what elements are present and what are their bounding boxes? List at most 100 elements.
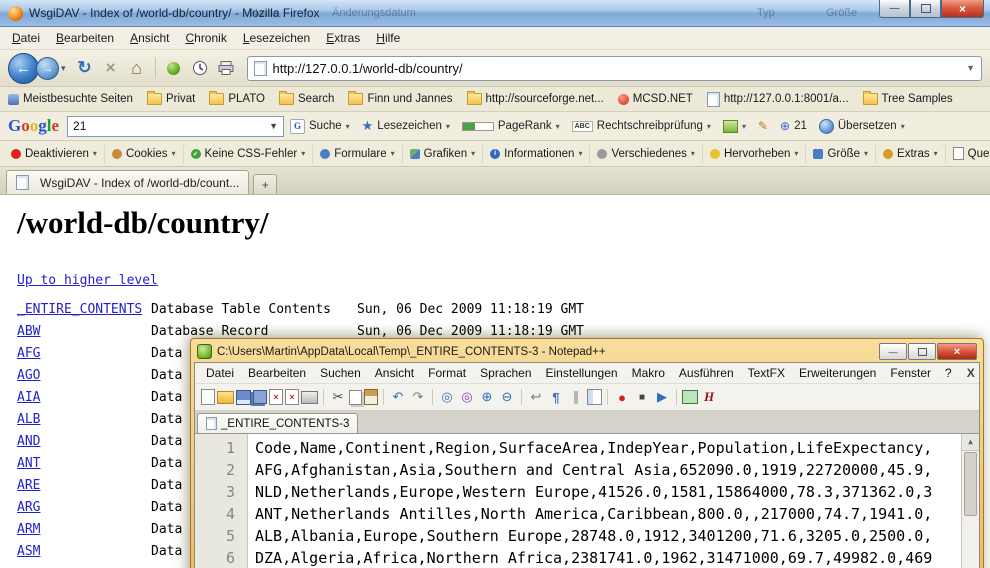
npp-menu-datei[interactable]: Datei xyxy=(199,365,241,381)
dir-link-arg[interactable]: ARG xyxy=(17,500,151,515)
word-wrap-icon[interactable]: ↩ xyxy=(527,389,545,406)
firefox-titlebar[interactable]: WsgiDAV - Index of /world-db/country/ - … xyxy=(0,0,990,27)
copy-icon[interactable] xyxy=(349,390,362,405)
minimize-button[interactable]: — xyxy=(879,0,910,18)
npp-menu-ausfuehren[interactable]: Ausführen xyxy=(672,365,741,381)
npp-menu-suchen[interactable]: Suchen xyxy=(313,365,368,381)
webdev-groesse[interactable]: Größe▾ xyxy=(806,145,876,163)
google-search-input[interactable]: 21 ▼ xyxy=(67,116,284,137)
spellcheck-button[interactable]: ABCRechtschreibprüfung▾ xyxy=(566,118,717,134)
editor-scrollbar[interactable]: ▲ xyxy=(961,434,979,568)
webdev-verschiedenes[interactable]: Verschiedenes▾ xyxy=(590,145,702,163)
menu-bearbeiten[interactable]: Bearbeiten xyxy=(48,29,122,47)
show-all-characters-icon[interactable]: ¶ xyxy=(547,389,565,406)
bookmark-mcsd[interactable]: MCSD.NET xyxy=(618,93,693,105)
addon-button[interactable] xyxy=(162,56,186,80)
cut-icon[interactable]: ✂ xyxy=(329,389,347,406)
close-all-icon[interactable]: × xyxy=(285,389,299,405)
indent-guide-icon[interactable]: ∥ xyxy=(567,389,585,406)
find-icon[interactable]: ◎ xyxy=(438,389,456,406)
dir-link-arm[interactable]: ARM xyxy=(17,522,151,537)
notepad-close-button[interactable]: × xyxy=(937,343,977,360)
close-button[interactable]: × xyxy=(941,0,984,18)
replace-icon[interactable]: ◎ xyxy=(458,389,476,406)
close-doc-icon[interactable]: × xyxy=(269,389,283,405)
search-dropdown-icon[interactable]: ▼ xyxy=(269,121,278,131)
paste-icon[interactable] xyxy=(364,389,378,405)
npp-menu-bearbeiten[interactable]: Bearbeiten xyxy=(241,365,313,381)
webdev-hervorheben[interactable]: Hervorheben▾ xyxy=(703,145,807,163)
dir-link-are[interactable]: ARE xyxy=(17,478,151,493)
refresh-button[interactable]: ↻ xyxy=(73,56,97,80)
function-list-icon[interactable] xyxy=(682,390,698,404)
dir-link-abw[interactable]: ABW xyxy=(17,324,151,339)
npp-menu-makro[interactable]: Makro xyxy=(625,365,672,381)
webdev-formulare[interactable]: Formulare▾ xyxy=(313,145,402,163)
bookmark-tree-samples[interactable]: Tree Samples xyxy=(863,93,953,105)
translate-button[interactable]: Übersetzen▾ xyxy=(813,117,911,136)
npp-menu-fenster[interactable]: Fenster xyxy=(883,365,938,381)
notepad-maximize-button[interactable] xyxy=(908,343,936,360)
redo-icon[interactable]: ↷ xyxy=(409,389,427,406)
url-dropdown-icon[interactable]: ▼ xyxy=(966,63,975,73)
bookmark-meistbesuchte[interactable]: Meistbesuchte Seiten xyxy=(8,93,133,105)
new-tab-button[interactable]: + xyxy=(253,174,277,194)
autofill-button[interactable]: ▾ xyxy=(717,118,752,135)
webdev-grafiken[interactable]: Grafiken▾ xyxy=(403,145,483,163)
open-icon[interactable] xyxy=(217,391,234,404)
forward-button[interactable]: → xyxy=(36,57,59,80)
save-icon[interactable] xyxy=(236,390,251,405)
npp-menu-erweiterungen[interactable]: Erweiterungen xyxy=(792,365,883,381)
textfx-icon[interactable]: H xyxy=(700,389,718,406)
npp-menu-einstellungen[interactable]: Einstellungen xyxy=(539,365,625,381)
bookmark-finn-und-jannes[interactable]: Finn und Jannes xyxy=(348,93,452,105)
npp-doc-close-x[interactable]: X xyxy=(959,366,983,380)
bookmark-privat[interactable]: Privat xyxy=(147,93,195,105)
search-count[interactable]: ⊕21 xyxy=(774,117,813,135)
maximize-button[interactable] xyxy=(910,0,941,18)
dir-link-afg[interactable]: AFG xyxy=(17,346,151,361)
webdev-extras[interactable]: Extras▾ xyxy=(876,145,946,163)
menu-extras[interactable]: Extras xyxy=(318,29,368,47)
notepad-minimize-button[interactable]: — xyxy=(879,343,907,360)
menu-chronik[interactable]: Chronik xyxy=(177,29,234,47)
menu-ansicht[interactable]: Ansicht xyxy=(122,29,177,47)
dir-link-ago[interactable]: AGO xyxy=(17,368,151,383)
google-bookmarks-button[interactable]: ★Lesezeichen▾ xyxy=(356,116,456,136)
dir-link-asm[interactable]: ASM xyxy=(17,544,151,559)
npp-menu-textfx[interactable]: TextFX xyxy=(741,365,792,381)
stop-macro-icon[interactable]: ■ xyxy=(633,389,651,406)
webdev-informationen[interactable]: iInformationen▾ xyxy=(483,145,590,163)
undo-icon[interactable]: ↶ xyxy=(389,389,407,406)
webdev-css[interactable]: ✓Keine CSS-Fehler▾ xyxy=(184,145,314,163)
notepad-editor[interactable]: 1Code,Name,Continent,Region,SurfaceArea,… xyxy=(195,434,979,568)
webdev-cookies[interactable]: Cookies▾ xyxy=(105,145,184,163)
dir-link-alb[interactable]: ALB xyxy=(17,412,151,427)
url-input[interactable]: http://127.0.0.1/world-db/country/ xyxy=(273,61,463,76)
pagerank-indicator[interactable]: PageRank▾ xyxy=(456,118,566,134)
tab-wsgidav[interactable]: WsgiDAV - Index of /world-db/count... xyxy=(6,170,249,194)
dir-link-entire-contents[interactable]: _ENTIRE_CONTENTS xyxy=(17,302,151,317)
bookmark-plato[interactable]: PLATO xyxy=(209,93,265,105)
scrollbar-thumb[interactable] xyxy=(964,452,977,516)
notepad-tab-active[interactable]: _ENTIRE_CONTENTS-3 xyxy=(197,413,358,433)
dir-link-and[interactable]: AND xyxy=(17,434,151,449)
home-button[interactable]: ⌂ xyxy=(125,56,149,80)
npp-menu-format[interactable]: Format xyxy=(421,365,473,381)
notepad-titlebar[interactable]: C:\Users\Martin\AppData\Local\Temp\_ENTI… xyxy=(194,341,980,362)
google-search-button[interactable]: GSuche▾ xyxy=(284,117,356,136)
save-all-icon[interactable] xyxy=(253,390,267,404)
webdev-deaktivieren[interactable]: Deaktivieren▾ xyxy=(4,145,105,163)
npp-menu-sprachen[interactable]: Sprachen xyxy=(473,365,538,381)
zoom-out-icon[interactable]: ⊖ xyxy=(498,389,516,406)
new-file-icon[interactable] xyxy=(201,389,215,405)
npp-menu-help[interactable]: ? xyxy=(938,365,959,381)
bookmark-sourceforge[interactable]: http://sourceforge.net... xyxy=(467,93,604,105)
play-macro-icon[interactable]: ▶ xyxy=(653,389,671,406)
webdev-quelltext[interactable]: Quellte xyxy=(946,145,990,163)
npp-menu-ansicht[interactable]: Ansicht xyxy=(368,365,421,381)
dir-link-ant[interactable]: ANT xyxy=(17,456,151,471)
bookmark-localhost-8001[interactable]: http://127.0.0.1:8001/a... xyxy=(707,92,849,107)
menu-lesezeichen[interactable]: Lesezeichen xyxy=(235,29,318,47)
record-macro-icon[interactable]: ● xyxy=(613,389,631,406)
